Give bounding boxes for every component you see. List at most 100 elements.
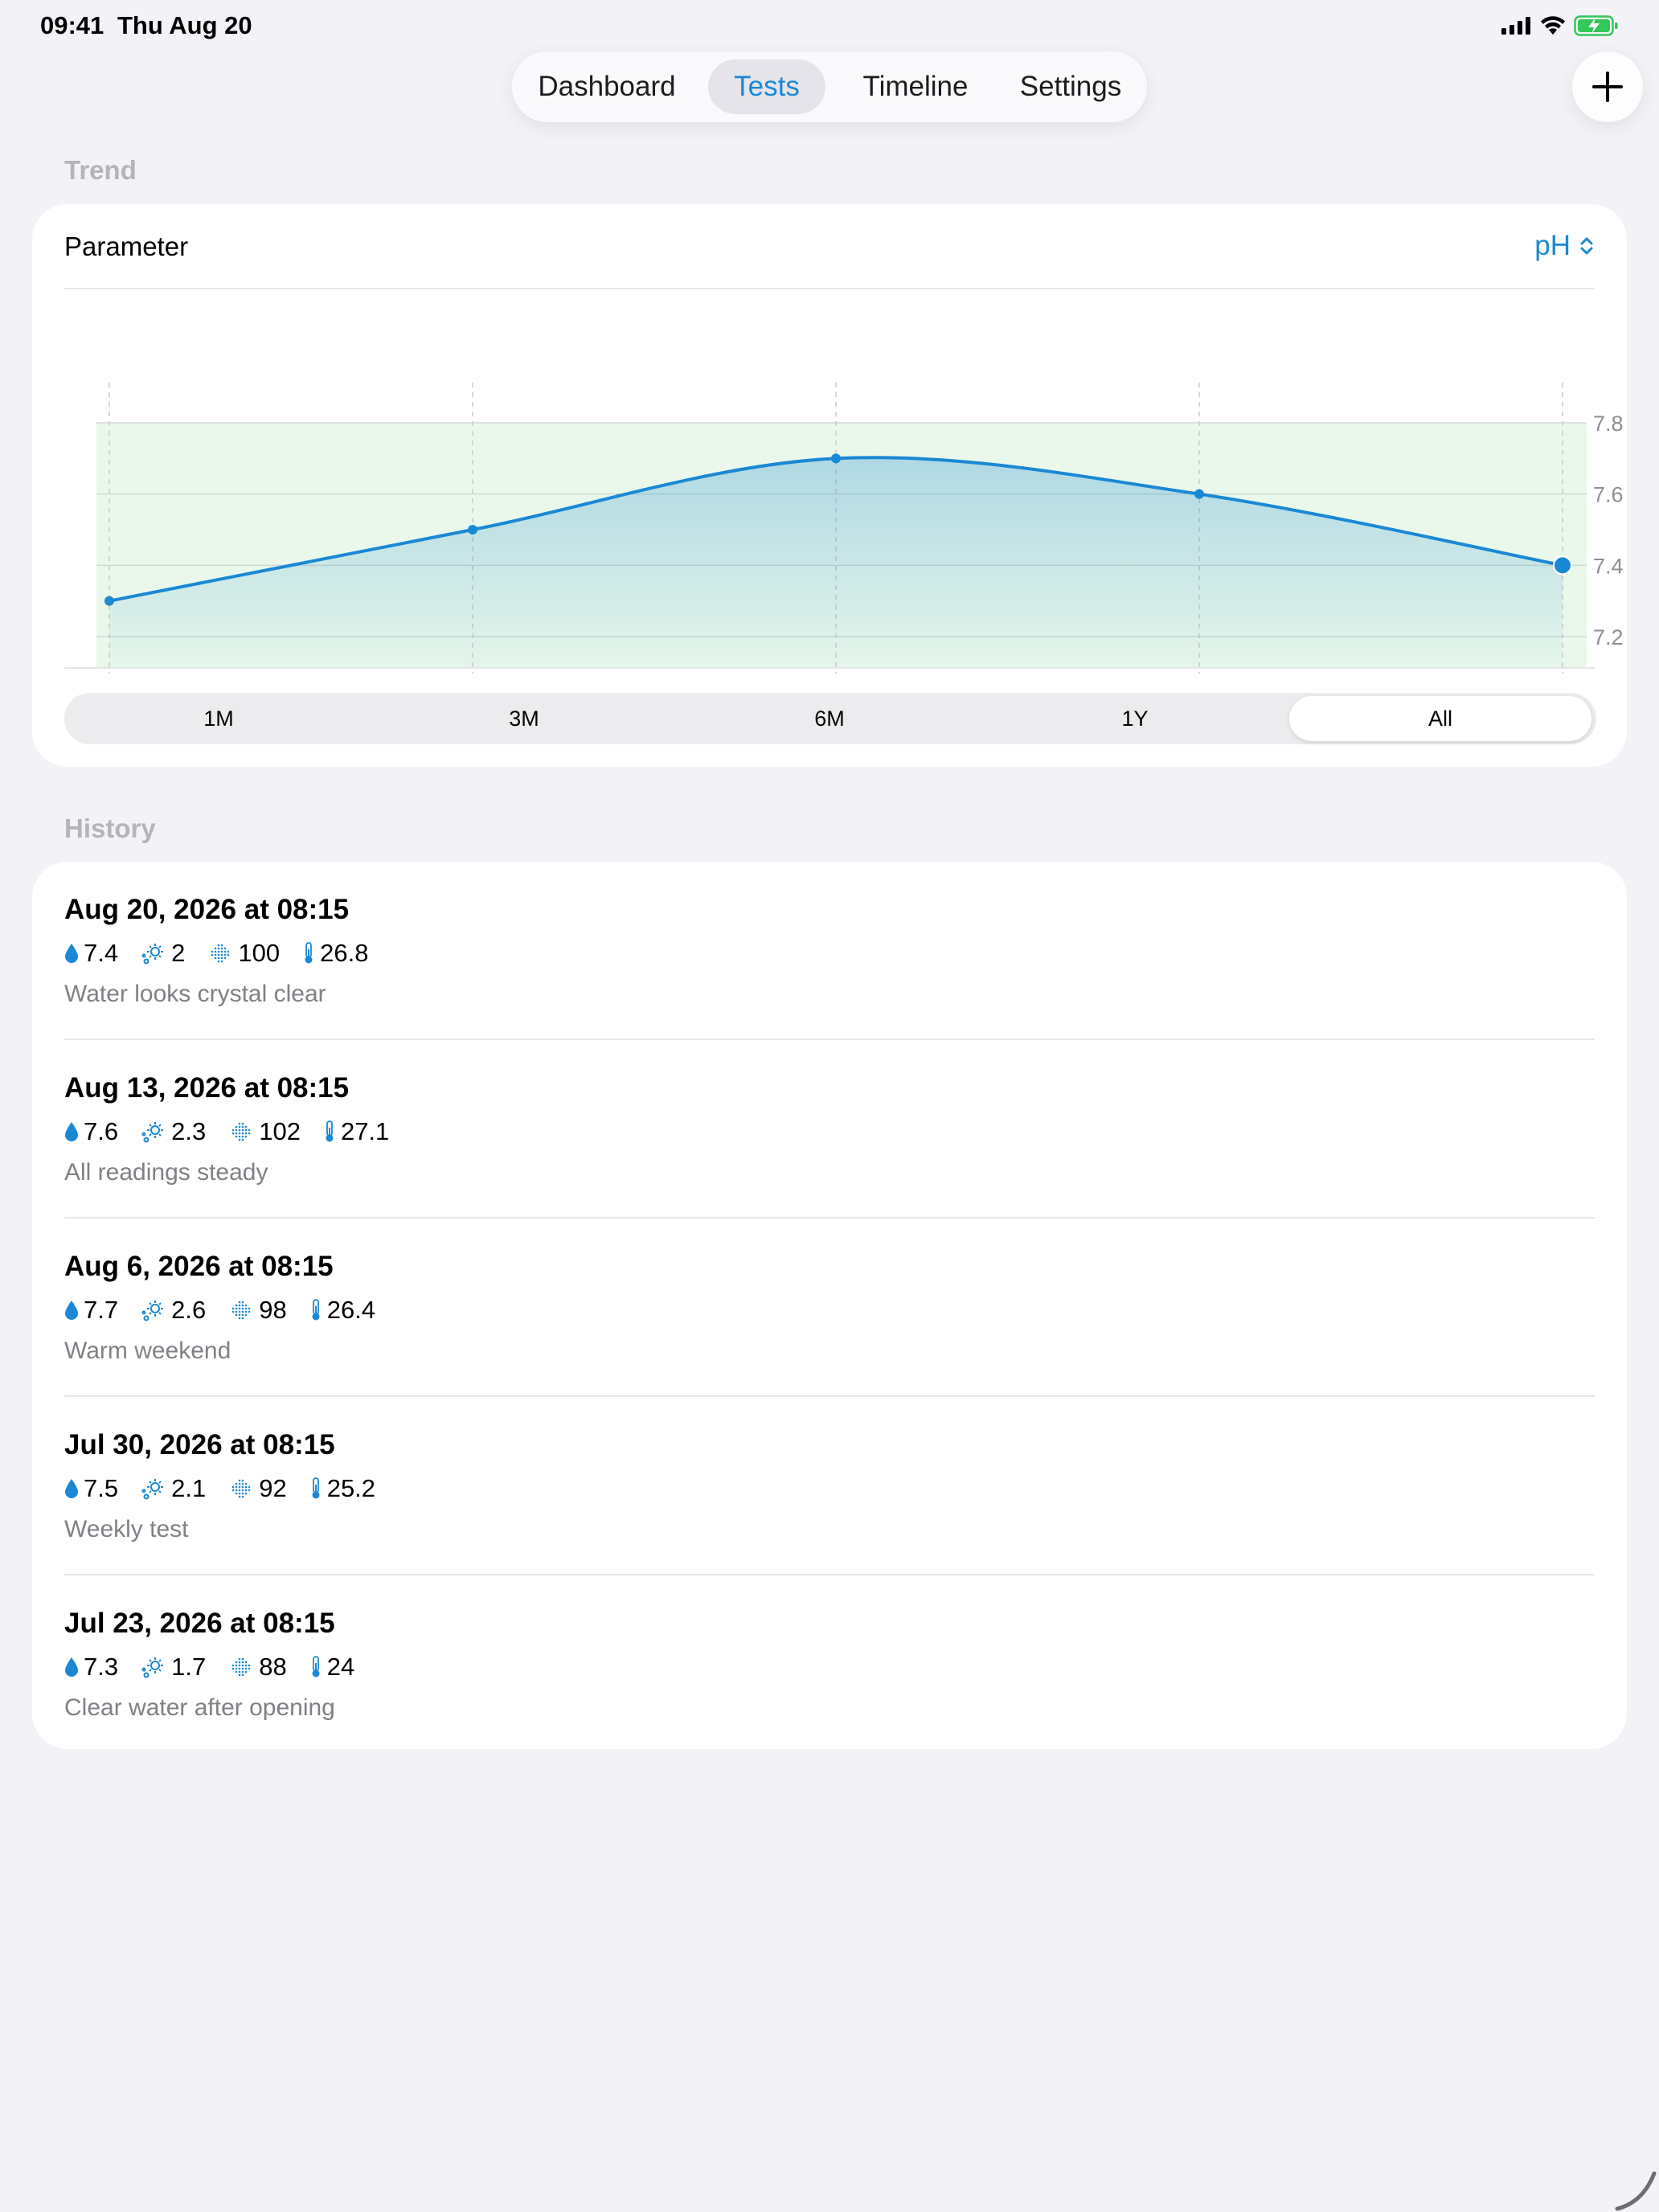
range-1y[interactable]: 1Y <box>984 696 1286 741</box>
entry-note: Warm weekend <box>64 1337 231 1364</box>
kh-value: 2.6 <box>171 1296 207 1324</box>
status-bar: 09:41 Thu Aug 20 <box>0 0 1659 51</box>
kh-metric: 2.6 <box>141 1296 206 1325</box>
ph-value: 7.5 <box>84 1474 119 1502</box>
kh-value: 2 <box>171 939 186 967</box>
range-1m[interactable]: 1M <box>68 696 370 741</box>
temp-value: 26.8 <box>320 939 369 967</box>
temp-value: 24 <box>326 1653 355 1681</box>
gh-value: 100 <box>238 939 281 967</box>
history-entry[interactable]: Jul 30, 2026 at 08:15 7.5 2.1 92 25.2 We… <box>64 1397 1595 1575</box>
selected-data-point <box>1553 555 1572 576</box>
entry-note: Water looks crystal clear <box>64 981 326 1007</box>
entry-date: Aug 6, 2026 at 08:15 <box>64 1251 334 1282</box>
tab-settings[interactable]: Settings <box>1006 59 1136 114</box>
gear-icon <box>141 1476 166 1501</box>
temp-metric: 24 <box>309 1653 354 1682</box>
tab-tests[interactable]: Tests <box>708 59 825 114</box>
gh-metric: 88 <box>228 1653 287 1682</box>
ph-metric: 7.4 <box>64 939 118 968</box>
entry-metrics: 7.6 2.3 102 27.1 <box>64 1114 412 1149</box>
gh-value: 102 <box>259 1117 301 1145</box>
drop-icon <box>64 943 79 964</box>
entry-date: Aug 13, 2026 at 08:15 <box>64 1072 350 1104</box>
history-entry[interactable]: Aug 13, 2026 at 08:15 7.6 2.3 102 27.1 A… <box>64 1040 1595 1219</box>
thermometer-icon <box>323 1120 336 1144</box>
gh-metric: 100 <box>207 939 280 968</box>
y-tick-label: 7.2 <box>1593 625 1624 649</box>
thermometer-icon <box>309 1477 322 1501</box>
top-tab-bar: Dashboard Tests Timeline Settings <box>512 51 1147 122</box>
entry-metrics: 7.3 1.7 88 24 <box>64 1649 377 1685</box>
status-time: 09:41 <box>40 11 104 39</box>
temp-value: 26.4 <box>326 1296 376 1324</box>
range-6m[interactable]: 6M <box>678 696 981 741</box>
data-point <box>831 453 841 464</box>
chart-divider <box>64 667 1595 669</box>
drop-icon <box>64 1300 79 1321</box>
data-point <box>104 596 114 606</box>
dots-icon <box>228 1654 254 1680</box>
range-all[interactable]: All <box>1289 696 1591 741</box>
plus-icon <box>1592 72 1623 102</box>
kh-value: 1.7 <box>171 1653 207 1681</box>
dots-icon <box>228 1476 254 1501</box>
kh-metric: 2.3 <box>141 1117 206 1146</box>
dots-icon <box>207 940 233 966</box>
ph-value: 7.7 <box>84 1296 119 1324</box>
drop-icon <box>64 1121 79 1142</box>
trend-section-title: Trend <box>64 155 137 185</box>
thermometer-icon <box>302 941 315 965</box>
kh-value: 2.3 <box>171 1117 207 1145</box>
battery-charging-icon <box>1574 15 1618 36</box>
gh-value: 98 <box>259 1296 287 1324</box>
ph-metric: 7.7 <box>64 1296 118 1325</box>
parameter-picker[interactable]: pH <box>1534 230 1595 262</box>
entry-date: Jul 23, 2026 at 08:15 <box>64 1608 335 1639</box>
gear-icon <box>141 1654 166 1680</box>
gear-icon <box>141 1297 166 1323</box>
parameter-value: pH <box>1534 230 1571 261</box>
parameter-row: Parameter pH <box>64 204 1595 289</box>
tab-timeline[interactable]: Timeline <box>835 59 996 114</box>
entry-date: Aug 20, 2026 at 08:15 <box>64 894 350 925</box>
history-entry[interactable]: Aug 6, 2026 at 08:15 7.7 2.6 98 26.4 War… <box>64 1219 1595 1397</box>
kh-metric: 2.1 <box>141 1474 206 1503</box>
temp-value: 27.1 <box>340 1117 390 1145</box>
add-test-button[interactable] <box>1572 51 1643 122</box>
ph-metric: 7.3 <box>64 1653 118 1682</box>
dots-icon <box>228 1119 254 1145</box>
trend-card: Parameter pH 7.87.67.47.2Jul 23Jul 30Aug… <box>32 204 1627 767</box>
kh-value: 2.1 <box>171 1474 207 1502</box>
time-range-selector: 1M 3M 6M 1Y All <box>64 693 1596 744</box>
drop-icon <box>64 1657 79 1677</box>
kh-metric: 2 <box>141 939 185 968</box>
ph-metric: 7.6 <box>64 1117 118 1146</box>
entry-note: Weekly test <box>64 1516 189 1542</box>
temp-metric: 27.1 <box>323 1117 389 1146</box>
gh-value: 88 <box>259 1653 287 1681</box>
wifi-icon <box>1541 16 1565 35</box>
range-3m[interactable]: 3M <box>373 696 675 741</box>
entry-note: Clear water after opening <box>64 1694 335 1721</box>
data-point <box>468 525 477 535</box>
history-entry[interactable]: Aug 20, 2026 at 08:15 7.4 2 100 26.8 Wat… <box>64 862 1595 1040</box>
entry-metrics: 7.7 2.6 98 26.4 <box>64 1292 398 1328</box>
gear-icon <box>141 940 166 966</box>
gh-metric: 98 <box>228 1296 287 1325</box>
temp-metric: 26.8 <box>302 939 368 968</box>
y-tick-label: 7.6 <box>1593 483 1624 507</box>
entry-metrics: 7.5 2.1 92 25.2 <box>64 1471 398 1506</box>
ph-metric: 7.5 <box>64 1474 118 1503</box>
resize-handle-icon[interactable] <box>1611 2164 1659 2212</box>
temp-value: 25.2 <box>326 1474 376 1502</box>
tab-dashboard[interactable]: Dashboard <box>523 59 690 114</box>
ph-trend-chart: 7.87.67.47.2Jul 23Jul 30Aug 6Aug 13Aug 2… <box>96 383 1624 722</box>
drop-icon <box>64 1478 79 1499</box>
history-entry[interactable]: Jul 23, 2026 at 08:15 7.3 1.7 88 24 Clea… <box>64 1575 1595 1752</box>
gh-metric: 102 <box>228 1117 301 1146</box>
ph-value: 7.4 <box>84 939 119 967</box>
y-tick-label: 7.4 <box>1593 554 1624 578</box>
gh-metric: 92 <box>228 1474 287 1503</box>
dots-icon <box>228 1297 254 1323</box>
